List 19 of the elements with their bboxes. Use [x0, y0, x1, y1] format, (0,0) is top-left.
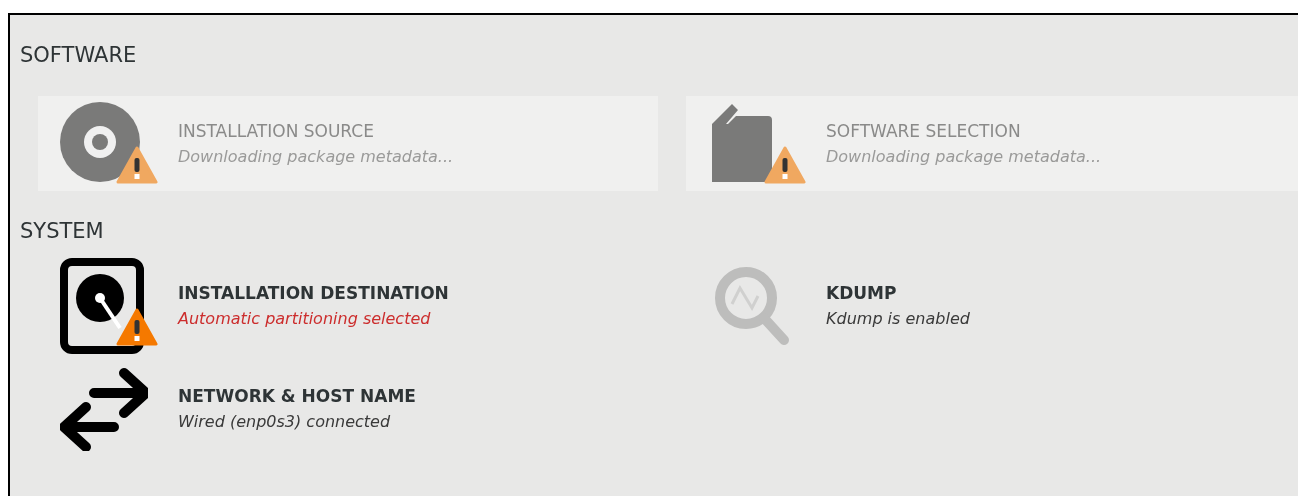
section-heading: SYSTEM	[20, 221, 105, 242]
spoke-status: Kdump is enabled	[826, 307, 970, 330]
spoke-status: Wired (enp0s3) connected	[178, 410, 392, 433]
spoke-title: NETWORK & HOST NAME	[178, 384, 416, 407]
warning-icon	[116, 307, 158, 346]
hub-spoke[interactable]: KDUMP Kdump is enabled	[686, 258, 1298, 353]
warning-icon	[116, 145, 158, 184]
arrows-icon	[60, 366, 148, 451]
spoke-title: INSTALLATION DESTINATION	[178, 281, 449, 304]
spoke-status: Automatic partitioning selected	[178, 307, 432, 330]
spoke-title: INSTALLATION SOURCE	[178, 119, 375, 142]
spoke-status: Downloading package metadata...	[178, 145, 454, 168]
hub-spoke[interactable]: INSTALLATION DESTINATION Automatic partitioning selected	[38, 258, 658, 353]
hub-spoke[interactable]: NETWORK & HOST NAME Wired (enp0s3) connected	[38, 361, 658, 456]
warning-icon	[764, 145, 806, 184]
spoke-title: SOFTWARE SELECTION	[826, 119, 1022, 142]
spoke-status: Downloading package metadata...	[826, 145, 1102, 168]
spoke-title: KDUMP	[826, 281, 898, 304]
section-heading: SOFTWARE	[20, 45, 138, 66]
